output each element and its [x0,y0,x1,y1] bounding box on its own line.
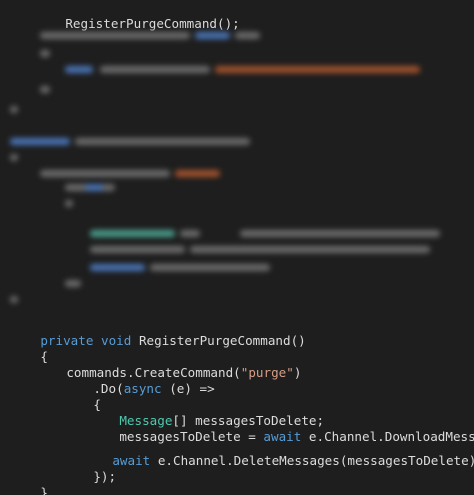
code-line-open-brace: { [10,333,48,364]
outer-close-brace: } [40,485,48,495]
blurred-code-region [0,20,474,310]
purge-string: "purge" [240,365,294,380]
code-line-message-decl: Message[] messagesToDelete; [89,397,324,428]
private-keyword: private [40,333,94,348]
code-editor[interactable]: RegisterPurgeCommand(); private void Reg… [0,0,474,495]
code-line-delete: await e.Channel.DeleteMessages(messagesT… [82,437,474,468]
void-keyword: void [101,333,132,348]
lambda-params: (e) => [161,381,215,396]
delete-call: e.Channel.DeleteMessages(messagesToDelet… [150,453,474,468]
await-keyword-delete: await [112,453,151,468]
code-line-create-command: commands.CreateCommand("purge") [36,349,301,380]
method-name: RegisterPurgeCommand() [131,333,306,348]
code-line-method-signature: private void RegisterPurgeCommand() [10,317,305,348]
code-line-register-call: RegisterPurgeCommand(); [35,0,239,31]
create-command-close: ) [293,365,302,380]
async-keyword: async [123,381,162,396]
code-line-do-call: .Do(async (e) => [63,365,214,396]
inner-close: }); [93,469,117,484]
code-line-inner-close: }); [63,453,116,484]
code-line-inner-open: { [63,381,101,412]
code-line-download: messagesToDelete = await e.Channel.Downl… [89,413,474,444]
code-line-outer-close: } [10,469,48,495]
